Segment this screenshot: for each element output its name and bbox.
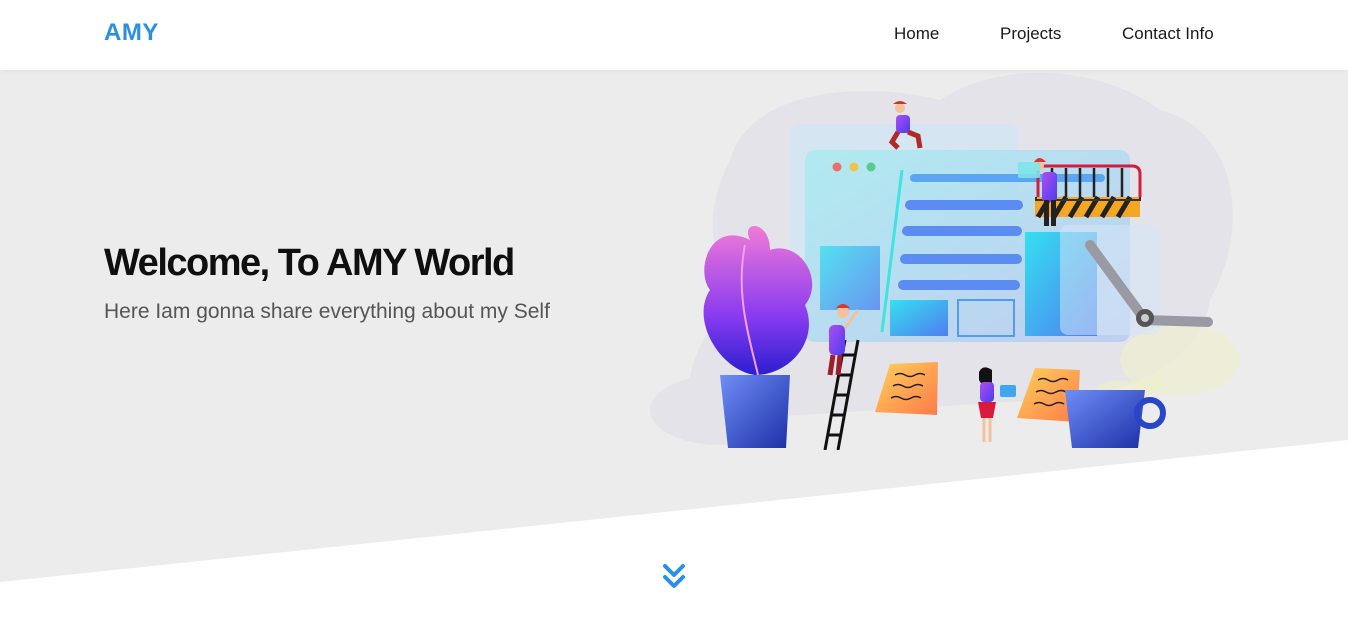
- nav-link-contact-info[interactable]: Contact Info: [1122, 24, 1214, 44]
- scroll-down-button[interactable]: [661, 562, 687, 592]
- hero-illustration: [650, 72, 1240, 450]
- nav-link-projects[interactable]: Projects: [1000, 24, 1061, 44]
- hero-subtitle: Here Iam gonna share everything about my…: [104, 300, 550, 323]
- brand-logo[interactable]: AMY: [104, 19, 159, 47]
- nav-link-home[interactable]: Home: [894, 24, 939, 44]
- hero-title: Welcome, To AMY World: [104, 242, 515, 284]
- navbar: AMY Home Projects Contact Info: [0, 0, 1348, 70]
- double-chevron-down-icon: [663, 564, 685, 588]
